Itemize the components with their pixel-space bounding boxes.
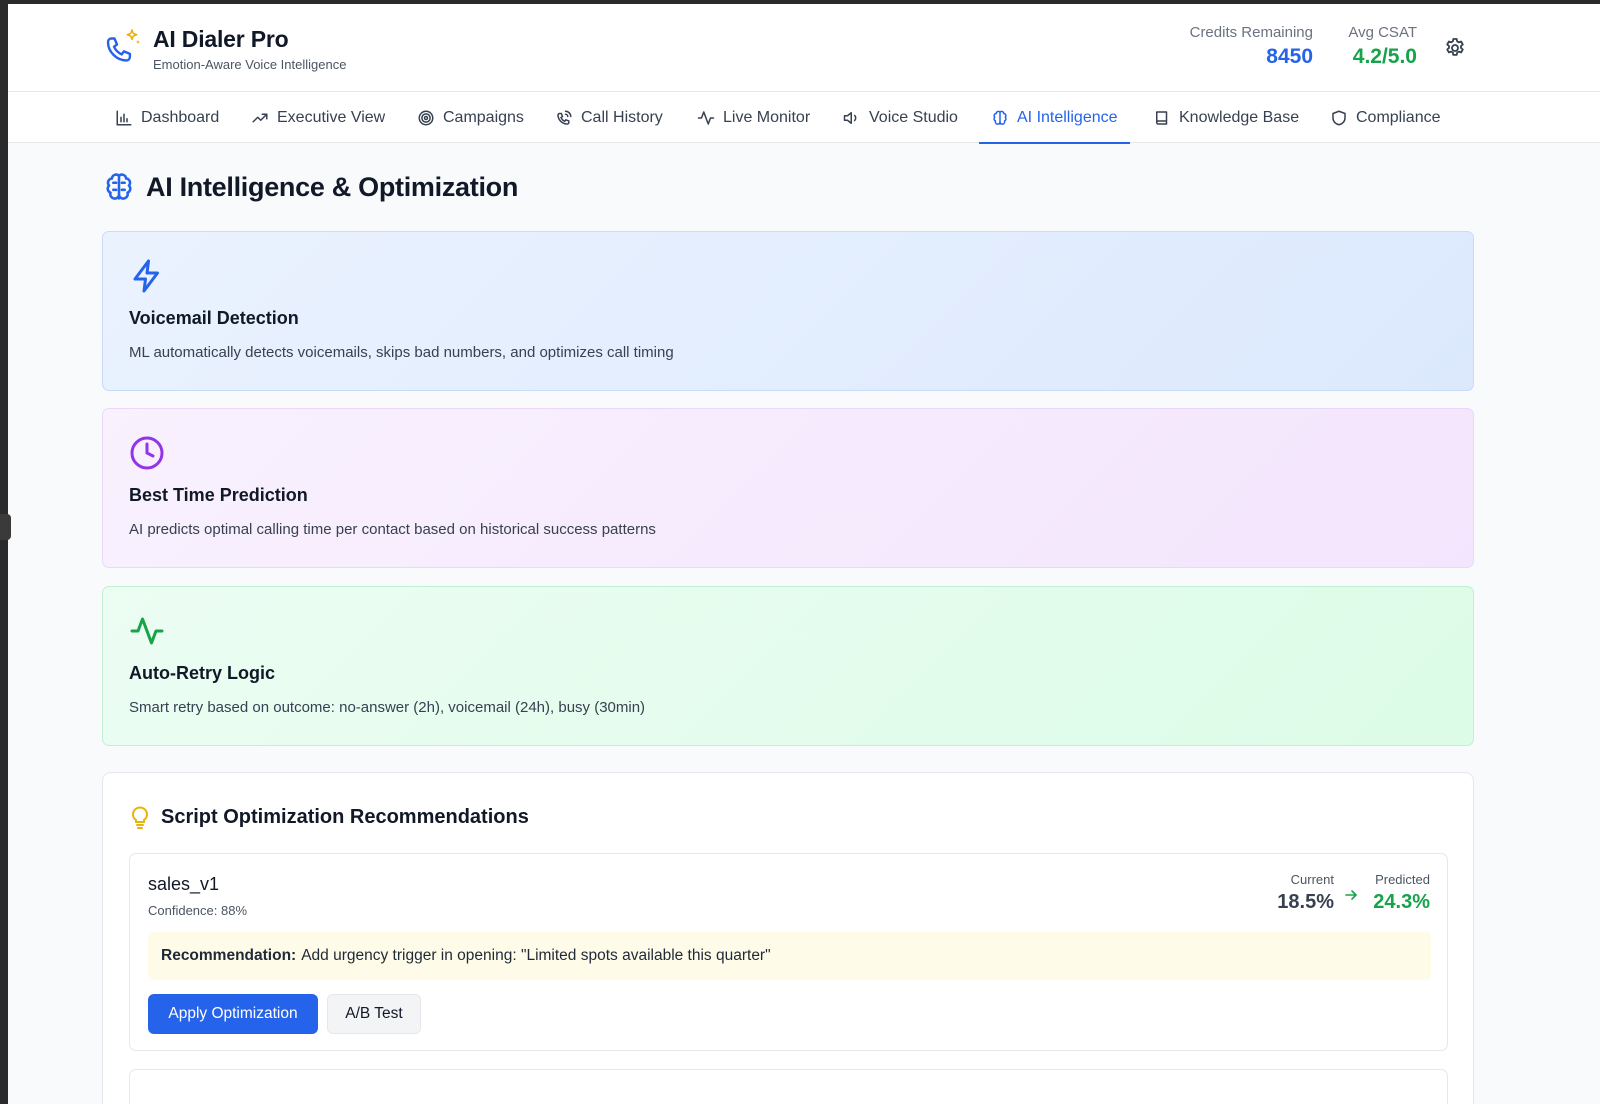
window-resize-handle[interactable] (0, 514, 11, 540)
recommendation-text: Add urgency trigger in opening: "Limited… (301, 947, 771, 964)
script-name: sales_v1 (148, 874, 220, 894)
main-nav: Dashboard Executive View Campaigns Call … (8, 91, 1600, 144)
brain-icon (993, 110, 1007, 125)
recommendations-header: Script Optimization Recommendations (129, 805, 529, 829)
credits-stat: Credits Remaining 8450 (1190, 24, 1313, 69)
activity-icon (130, 617, 164, 645)
recommendation-card (129, 1069, 1448, 1104)
tab-ai-intelligence-label: AI Intelligence (1017, 108, 1118, 126)
app-window: AI Dialer Pro Emotion-Aware Voice Intell… (8, 4, 1600, 1104)
tab-compliance[interactable]: Compliance (1318, 92, 1452, 143)
tab-dashboard[interactable]: Dashboard (103, 92, 231, 143)
page-title: AI Intelligence & Optimization (146, 171, 519, 202)
tab-live-monitor-label: Live Monitor (723, 108, 811, 126)
clock-icon (130, 436, 164, 470)
tab-executive-view-label: Executive View (277, 108, 386, 126)
tab-executive-view[interactable]: Executive View (239, 92, 397, 143)
brain-icon (106, 173, 132, 200)
lightbulb-icon (132, 806, 148, 829)
credits-label: Credits Remaining (1189, 24, 1313, 41)
feature-description: ML automatically detects voicemails, ski… (129, 344, 674, 361)
speaker-icon (843, 111, 857, 124)
recommendation-label: Recommendation: (161, 947, 297, 964)
tab-knowledge-base[interactable]: Knowledge Base (1141, 92, 1311, 143)
csat-stat: Avg CSAT 4.2/5.0 (1348, 24, 1417, 69)
app-title: AI Dialer Pro (153, 26, 289, 52)
predicted-rate: Predicted 24.3% (1373, 872, 1430, 914)
csat-label: Avg CSAT (1348, 24, 1417, 41)
tab-voice-studio[interactable]: Voice Studio (831, 92, 970, 143)
lightning-icon (133, 259, 159, 293)
recommendation-card: sales_v1 Confidence: 88% Current 18.5% P… (129, 853, 1448, 1051)
feature-description: AI predicts optimal calling time per con… (129, 521, 656, 538)
feature-title: Best Time Prediction (129, 485, 308, 505)
csat-value: 4.2/5.0 (1352, 45, 1417, 68)
tab-voice-studio-label: Voice Studio (869, 108, 958, 126)
recommendations-panel: Script Optimization Recommendations sale… (102, 772, 1474, 1104)
tab-campaigns-label: Campaigns (443, 108, 524, 126)
target-icon (418, 110, 434, 125)
current-label: Current (1290, 872, 1334, 887)
arrow-right-icon (1345, 890, 1357, 900)
feature-title: Voicemail Detection (129, 308, 299, 328)
book-icon (1156, 110, 1168, 125)
feature-title: Auto-Retry Logic (129, 663, 275, 683)
tab-ai-intelligence[interactable]: AI Intelligence (979, 92, 1130, 144)
predicted-value: 24.3% (1373, 891, 1430, 913)
tab-call-history-label: Call History (581, 108, 663, 126)
tab-dashboard-label: Dashboard (141, 108, 220, 126)
feature-card-auto-retry-logic: Auto-Retry Logic Smart retry based on ou… (102, 586, 1474, 746)
page-header: AI Intelligence & Optimization (102, 170, 518, 204)
feature-description: Smart retry based on outcome: no-answer … (129, 699, 646, 716)
app-header: AI Dialer Pro Emotion-Aware Voice Intell… (8, 4, 1600, 93)
credits-value: 8450 (1266, 45, 1313, 68)
shield-icon (1332, 110, 1346, 125)
feature-card-voicemail-detection: Voicemail Detection ML automatically det… (102, 231, 1474, 391)
tab-compliance-label: Compliance (1356, 108, 1441, 126)
app-subtitle: Emotion-Aware Voice Intelligence (153, 57, 347, 72)
recommendation-note: Recommendation: Add urgency trigger in o… (148, 932, 1431, 980)
current-rate: Current 18.5% (1277, 872, 1334, 914)
predicted-label: Predicted (1375, 872, 1430, 887)
tab-knowledge-base-label: Knowledge Base (1179, 108, 1300, 126)
phone-call-icon (557, 110, 572, 125)
bar-chart-icon (116, 110, 132, 125)
ab-test-button[interactable]: A/B Test (327, 994, 421, 1034)
tab-call-history[interactable]: Call History (543, 92, 675, 143)
apply-optimization-button[interactable]: Apply Optimization (148, 994, 318, 1034)
current-value: 18.5% (1277, 891, 1334, 913)
confidence-label: Confidence: 88% (148, 903, 248, 918)
activity-icon (697, 110, 715, 125)
gear-icon[interactable] (1443, 36, 1467, 60)
recommendations-title: Script Optimization Recommendations (161, 805, 529, 828)
tab-live-monitor[interactable]: Live Monitor (685, 92, 822, 143)
feature-card-best-time-prediction: Best Time Prediction AI predicts optimal… (102, 408, 1474, 568)
trending-up-icon (252, 113, 268, 122)
tab-campaigns[interactable]: Campaigns (405, 92, 536, 143)
phone-sparkle-icon (106, 29, 140, 62)
